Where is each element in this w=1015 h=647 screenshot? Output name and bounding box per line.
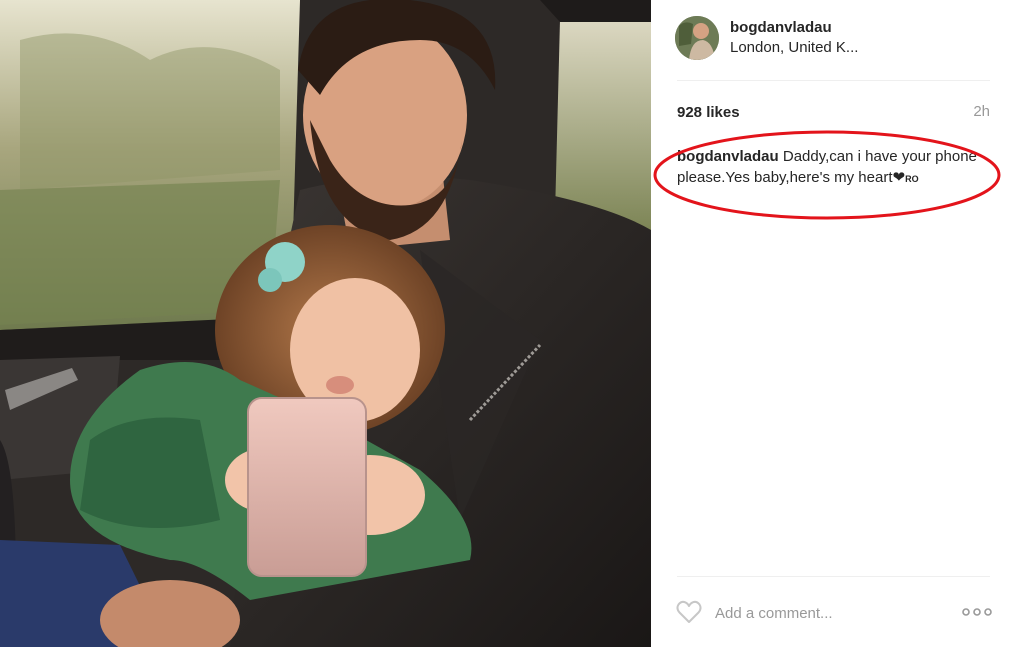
post-image <box>0 0 651 647</box>
caption-tag: RO <box>905 174 919 184</box>
ellipsis-icon[interactable] <box>962 604 992 620</box>
comment-input[interactable] <box>715 600 945 626</box>
post-header: bogdanvladau London, United K... <box>675 16 991 62</box>
header-divider <box>677 80 990 81</box>
avatar[interactable] <box>675 16 719 60</box>
location-link[interactable]: London, United K... <box>730 39 858 56</box>
post-caption: bogdanvladau Daddy,can i have your phone… <box>677 146 997 190</box>
heart-emoji: ❤ <box>892 169 906 186</box>
footer-divider <box>677 576 990 577</box>
post-photo[interactable] <box>0 0 651 647</box>
username-link[interactable]: bogdanvladau <box>730 19 832 36</box>
heart-outline-icon[interactable] <box>676 600 702 624</box>
likes-count[interactable]: 928 likes <box>677 104 740 121</box>
post-side-panel: bogdanvladau London, United K... 928 lik… <box>651 0 1015 647</box>
post-timestamp[interactable]: 2h <box>973 103 990 120</box>
caption-username[interactable]: bogdanvladau <box>677 148 779 165</box>
